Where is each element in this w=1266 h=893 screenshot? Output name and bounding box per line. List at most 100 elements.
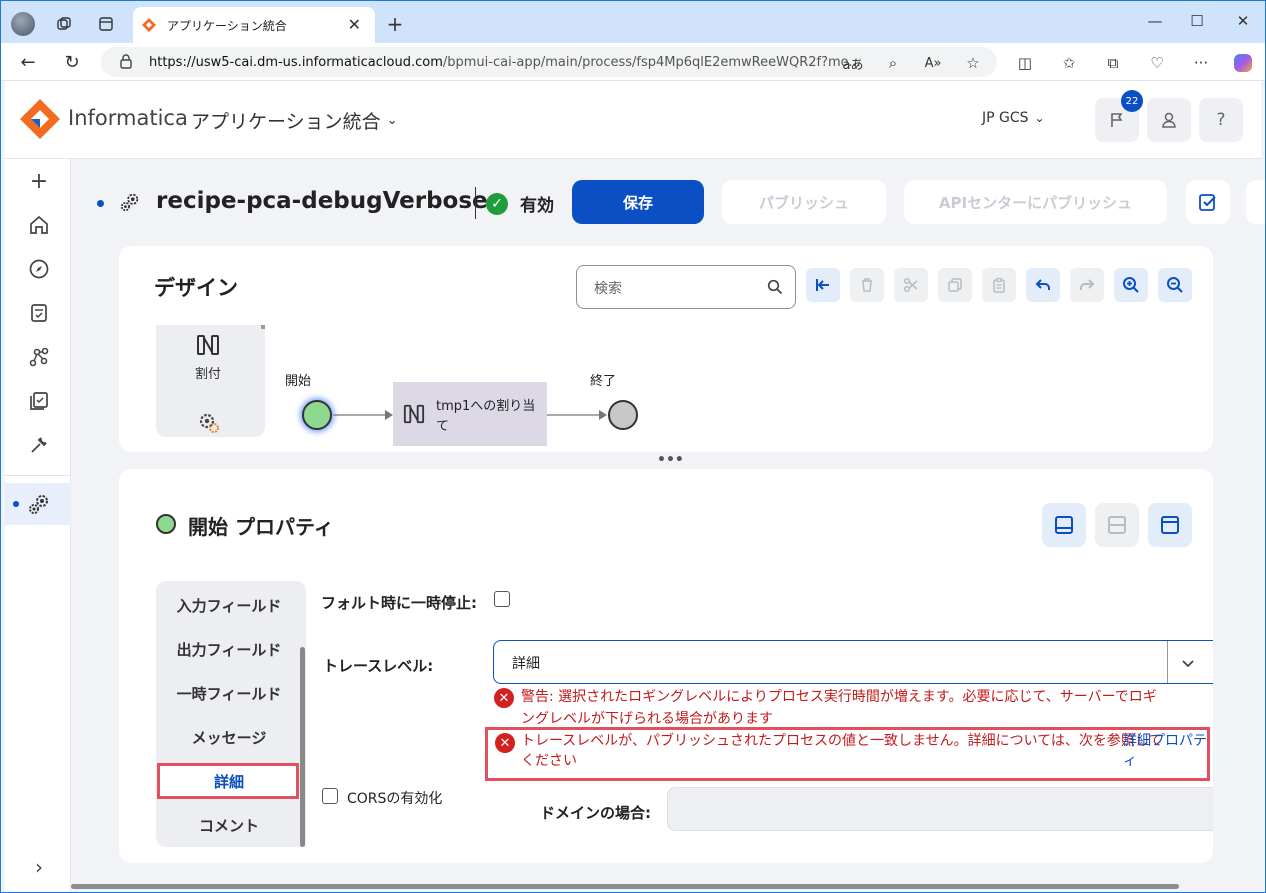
home-icon[interactable] — [27, 213, 51, 237]
subnav-messages[interactable]: メッセージ — [158, 727, 300, 748]
expand-rail-icon[interactable]: › — [27, 855, 51, 879]
url-host: https://usw5-cai.dm-us.informaticacloud.… — [149, 54, 443, 70]
publish-button[interactable]: パブリッシュ — [722, 180, 886, 224]
design-panel: デザイン 検索 割付 開始 tmp1への割り当 て 終了 — [119, 246, 1213, 452]
scissors-icon — [903, 277, 918, 293]
palette-assignment-label: 割付 — [194, 367, 221, 382]
cors-label: CORSの有効化 — [347, 791, 443, 807]
tab-actions-icon[interactable] — [95, 13, 117, 35]
validate-button[interactable] — [1186, 180, 1230, 224]
publish-to-api-center-button[interactable]: APIセンターにパブリッシュ — [904, 180, 1167, 224]
undo-icon — [1035, 279, 1050, 290]
subnav-temp-fields[interactable]: 一時フィールド — [158, 683, 300, 704]
flag-icon — [1111, 113, 1123, 127]
cors-checkbox[interactable] — [322, 788, 338, 804]
collapse-palette-button[interactable] — [806, 268, 840, 302]
more-actions-button[interactable] — [1246, 180, 1265, 224]
cut-button[interactable] — [894, 268, 928, 302]
subnav-comments[interactable]: コメント — [158, 815, 300, 836]
collapse-left-icon — [816, 279, 829, 291]
app-name: アプリケーション統合 — [191, 111, 381, 133]
informatica-favicon — [142, 18, 156, 32]
start-event-node[interactable] — [302, 400, 332, 430]
trace-level-chevron-icon — [1182, 660, 1194, 668]
domain-input[interactable] — [667, 787, 1213, 831]
browser-tab[interactable]: アプリケーション統合 ✕ — [133, 7, 375, 43]
favorite-star-icon[interactable]: ☆ — [961, 52, 985, 74]
subnav-scrollbar[interactable] — [300, 647, 305, 847]
domain-label: ドメインの場合: — [540, 804, 651, 822]
refresh-icon[interactable]: ↻ — [61, 51, 83, 73]
more-menu-icon[interactable]: ··· — [1189, 52, 1213, 74]
checklist-icon — [1199, 194, 1216, 211]
horizontal-scrollbar[interactable] — [71, 884, 1179, 889]
layout-top-button[interactable] — [1148, 503, 1192, 547]
reader-icon[interactable]: A» — [921, 52, 945, 74]
active-dot — [13, 501, 19, 507]
new-tab-icon[interactable]: + — [384, 12, 406, 36]
copy-button[interactable] — [938, 268, 972, 302]
canvas-search-input[interactable]: 検索 — [576, 265, 796, 309]
properties-panel: 開始 プロパティ 入力フィールド 出力フィールド 一時フィールド メッセージ 詳… — [119, 469, 1213, 863]
assignment-step-node[interactable]: tmp1への割り当 て — [393, 382, 547, 446]
advanced-properties-link[interactable]: 詳細プロパテ ィ — [1123, 731, 1207, 771]
chevron-down-icon: ⌄ — [386, 113, 398, 128]
delete-button[interactable] — [850, 268, 884, 302]
select-divider — [1167, 641, 1168, 683]
layout-split-button[interactable] — [1095, 503, 1139, 547]
minimize-icon[interactable]: — — [1141, 9, 1169, 33]
connections-icon[interactable] — [27, 345, 51, 369]
paste-button[interactable] — [982, 268, 1016, 302]
palette-assignment-item[interactable]: 割付 — [156, 333, 260, 382]
palette-scroll-marker — [261, 325, 265, 329]
maximize-icon[interactable]: ☐ — [1183, 9, 1211, 33]
user-profile-button[interactable] — [1147, 98, 1191, 142]
favorites-icon[interactable]: ✩ — [1057, 52, 1081, 74]
fault-pause-checkbox[interactable] — [494, 591, 510, 607]
close-tab-icon[interactable]: ✕ — [348, 15, 361, 34]
app-header: Informatica アプリケーション統合 ⌄ JP GCS ⌄ 22 ? — [5, 81, 1261, 159]
collections-icon[interactable]: ⧉ — [1101, 52, 1125, 74]
subnav-output-fields[interactable]: 出力フィールド — [158, 639, 300, 660]
split-screen-icon[interactable]: ◫ — [1013, 52, 1037, 74]
profile-avatar[interactable] — [11, 12, 35, 36]
layout-bottom-button[interactable] — [1042, 503, 1086, 547]
org-selector[interactable]: JP GCS ⌄ — [982, 110, 1045, 126]
trace-level-select[interactable]: 詳細 — [493, 640, 1213, 684]
end-event-node[interactable] — [608, 400, 638, 430]
trace-level-value: 詳細 — [512, 656, 540, 672]
copilot-icon[interactable] — [1231, 52, 1255, 74]
explore-icon[interactable] — [27, 257, 51, 281]
subnav-input-fields[interactable]: 入力フィールド — [158, 595, 300, 616]
app-switcher[interactable]: アプリケーション統合 ⌄ — [191, 107, 398, 134]
monitor-icon[interactable] — [27, 301, 51, 325]
zoom-out-button[interactable] — [1158, 268, 1192, 302]
connector-arrow — [333, 410, 393, 420]
notifications-button[interactable]: 22 — [1095, 90, 1143, 142]
save-button[interactable]: 保存 — [572, 180, 704, 224]
zoom-icon[interactable]: ⌕ — [881, 52, 905, 74]
back-icon[interactable]: ← — [17, 51, 39, 73]
browser-essentials-icon[interactable]: ♡ — [1145, 52, 1169, 74]
url-path: /bpmui-cai-app/main/process/fsp4Mp6qlE2e… — [442, 54, 861, 70]
trash-icon — [862, 278, 872, 292]
open-process-tab[interactable] — [5, 483, 71, 525]
redo-button[interactable] — [1070, 268, 1104, 302]
properties-subnav: 入力フィールド 出力フィールド 一時フィールド メッセージ 詳細 コメント — [156, 581, 306, 847]
close-window-icon[interactable]: ✕ — [1229, 9, 1257, 33]
panel-resize-handle[interactable]: ••• — [657, 452, 684, 468]
workspaces-icon[interactable] — [53, 13, 75, 35]
dock-bottom-icon — [1055, 516, 1073, 534]
palette-settings-gear-icon[interactable] — [197, 411, 221, 435]
zoom-out-icon — [1167, 277, 1183, 293]
zoom-in-button[interactable] — [1114, 268, 1148, 302]
help-button[interactable]: ? — [1199, 98, 1243, 142]
library-icon[interactable] — [27, 389, 51, 413]
split-horizontal-icon — [1108, 516, 1126, 534]
undo-button[interactable] — [1026, 268, 1060, 302]
read-aloud-icon[interactable]: aあ — [841, 52, 865, 74]
administrator-wrench-icon[interactable] — [27, 433, 51, 457]
org-name: JP GCS — [982, 110, 1029, 126]
new-asset-icon[interactable]: + — [27, 169, 51, 194]
subnav-advanced[interactable]: 詳細 — [158, 771, 300, 792]
